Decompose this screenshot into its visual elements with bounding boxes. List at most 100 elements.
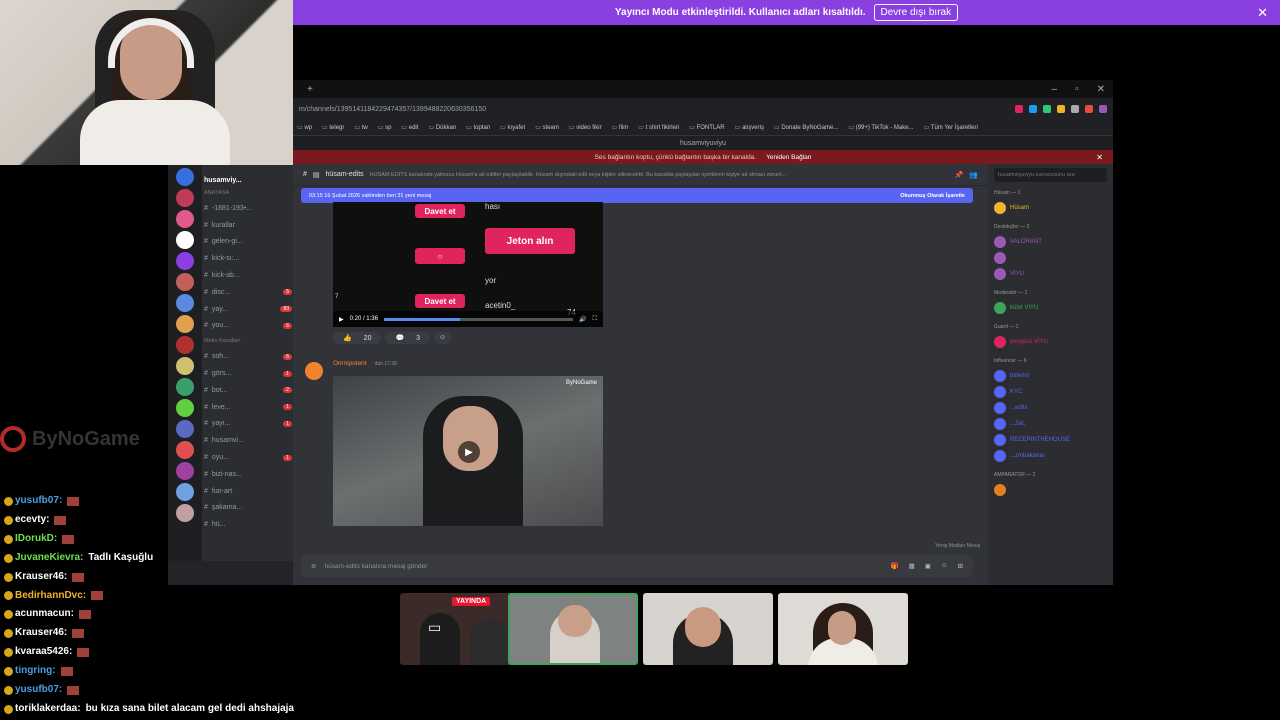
channel-item[interactable]: # kick-sı:... (204, 250, 292, 267)
category-header[interactable]: Metin Kanalları (204, 338, 292, 344)
reaction-thumbs-up[interactable]: 👍 20 (333, 332, 382, 344)
new-tab-icon[interactable]: + (307, 84, 313, 95)
bookmark-item[interactable]: kıyafet (500, 124, 526, 131)
member-item[interactable]: ...ZeL (994, 416, 1107, 432)
server-icon[interactable] (176, 189, 194, 207)
video-controls[interactable]: ▶ 0:20 / 1:36 🔊 ⛶ (333, 311, 603, 327)
channel-item[interactable]: # yay... 83 (204, 301, 292, 318)
server-icon[interactable] (176, 168, 194, 186)
new-messages-bar[interactable]: 03:15 16 Şubat 2026 vaktinden beri 31 ye… (301, 188, 973, 203)
bookmark-item[interactable]: (99+) TikTok - Make... (848, 124, 914, 131)
extension-icon[interactable] (1057, 105, 1065, 113)
maximize-icon[interactable]: ▫ (1075, 84, 1079, 95)
channel-item[interactable]: # bot... 2 (204, 382, 292, 399)
add-reaction-icon[interactable]: ☺ (434, 332, 452, 344)
call-tile-speaking[interactable] (508, 593, 638, 665)
server-icon[interactable] (176, 231, 194, 249)
member-item[interactable] (994, 482, 1107, 498)
call-tile[interactable] (778, 593, 908, 665)
chat-username[interactable]: Krauser46: (15, 624, 67, 643)
server-icon[interactable] (176, 294, 194, 312)
channel-item[interactable]: # -1881-193•... (204, 200, 292, 217)
channel-item[interactable]: # gelen-gi... (204, 234, 292, 251)
apps-icon[interactable]: ⊞ (958, 562, 963, 570)
minimize-icon[interactable]: – (1052, 84, 1058, 95)
disable-streamer-mode-button[interactable]: Devre dışı bırak (873, 4, 959, 21)
member-item[interactable]: KYC (994, 384, 1107, 400)
call-tile[interactable] (643, 593, 773, 665)
composer-placeholder[interactable]: hüsam-edits kanalına mesaj gönder (324, 563, 427, 570)
bookmark-item[interactable]: Donate ByNoGame... (774, 124, 838, 131)
extension-icon[interactable] (1071, 105, 1079, 113)
server-icon[interactable] (176, 210, 194, 228)
chat-username[interactable]: toriklakerdaa: (15, 700, 81, 719)
member-item[interactable] (994, 250, 1107, 266)
extension-icon[interactable] (1015, 105, 1023, 113)
server-name[interactable]: husamviy... (204, 177, 292, 184)
server-icon[interactable] (176, 378, 194, 396)
embedded-video-2[interactable]: ByNoGame ▶ (333, 376, 603, 526)
address-bar[interactable]: m/channels/1395141184229474357/139948822… (293, 98, 1113, 120)
extension-icon[interactable] (1099, 105, 1107, 113)
chat-username[interactable]: yusufb07: (15, 681, 62, 700)
chat-username[interactable]: JuvaneKievra: (15, 549, 83, 568)
server-icon[interactable] (176, 357, 194, 375)
channel-item[interactable]: # you... 6 (204, 318, 292, 335)
server-icon[interactable] (176, 441, 194, 459)
chat-username[interactable]: yusufb07: (15, 492, 62, 511)
channel-topic[interactable]: HÜSAM EDITS kanalında yalnızca Hüsam'a a… (370, 172, 850, 178)
play-icon[interactable]: ▶ (458, 441, 480, 463)
channel-item[interactable]: # bizi-nas... (204, 466, 292, 483)
server-icon[interactable] (176, 462, 194, 480)
chat-username[interactable]: acunmacun: (15, 605, 74, 624)
pin-icon[interactable]: 📌 (955, 171, 964, 179)
member-item[interactable]: RECEPINTHEHOUSE (994, 432, 1107, 448)
extension-icon[interactable] (1029, 105, 1037, 113)
member-item[interactable]: VIYU (994, 266, 1107, 282)
bookmark-item[interactable]: tw (354, 124, 368, 131)
channel-item[interactable]: # husamvi... (204, 432, 292, 449)
url-text[interactable]: m/channels/1395141184229474357/139948822… (299, 106, 486, 113)
emoji-icon[interactable]: ☺ (941, 562, 948, 570)
chat-username[interactable]: IDorukD: (15, 530, 57, 549)
fullscreen-icon[interactable]: ⛶ (593, 316, 597, 323)
avatar[interactable] (305, 362, 323, 380)
channel-item[interactable]: # kick-ab... (204, 267, 292, 284)
member-item[interactable]: ...zmbakarlar (994, 448, 1107, 464)
member-item[interactable]: ...edits (994, 400, 1107, 416)
chat-username[interactable]: Krauser46: (15, 568, 67, 587)
close-icon[interactable]: ✕ (1257, 5, 1268, 21)
category-header[interactable]: ANAYASA (204, 190, 292, 196)
extension-icon[interactable] (1085, 105, 1093, 113)
sticker-icon[interactable]: ▣ (925, 562, 931, 570)
bookmark-item[interactable]: video fikir (569, 124, 601, 131)
bookmark-item[interactable]: Tüm Yer İşaretleri (924, 124, 978, 131)
mark-read-button[interactable]: Okunmuş Olarak İşaretle (900, 193, 965, 199)
member-item[interactable]: Hüsam (994, 200, 1107, 216)
channel-item[interactable]: # disc... 5 (204, 284, 292, 301)
server-icon[interactable] (176, 315, 194, 333)
bookmark-item[interactable]: FONTLAR (689, 124, 725, 131)
channel-item[interactable]: # yayı... 1 (204, 416, 292, 433)
bookmark-item[interactable]: alışveriş (735, 124, 764, 131)
member-item[interactable]: bidemir (994, 368, 1107, 384)
embedded-video[interactable]: Davet et Jeton alın ○ Davet et hası yor … (333, 202, 603, 327)
channel-item[interactable]: # soh... 6 (204, 348, 292, 365)
server-icon[interactable] (176, 420, 194, 438)
volume-icon[interactable]: 🔊 (579, 316, 586, 323)
bookmark-item[interactable]: sp (378, 124, 391, 131)
gift-icon[interactable]: 🎁 (891, 562, 899, 570)
message-composer[interactable]: ⊕ hüsam-edits kanalına mesaj gönder 🎁 ▦ … (301, 555, 973, 577)
server-icon[interactable] (176, 336, 194, 354)
server-search[interactable]: husamviyuviyu sunucusunu ara (994, 168, 1107, 182)
channel-item[interactable]: # leve... 1 (204, 399, 292, 416)
channel-item[interactable]: # kurallar (204, 217, 292, 234)
member-item[interactable]: VALORANT (994, 234, 1107, 250)
reconnect-button[interactable]: Yeniden Bağlan (766, 154, 811, 161)
gif-icon[interactable]: ▦ (909, 562, 915, 570)
member-item[interactable]: külot VIYU (994, 300, 1107, 316)
bookmark-item[interactable]: wp (297, 124, 312, 131)
bookmark-item[interactable]: edit (401, 124, 419, 131)
bookmark-item[interactable]: t shirt fikirleri (638, 124, 680, 131)
play-icon[interactable]: ▶ (339, 316, 344, 323)
